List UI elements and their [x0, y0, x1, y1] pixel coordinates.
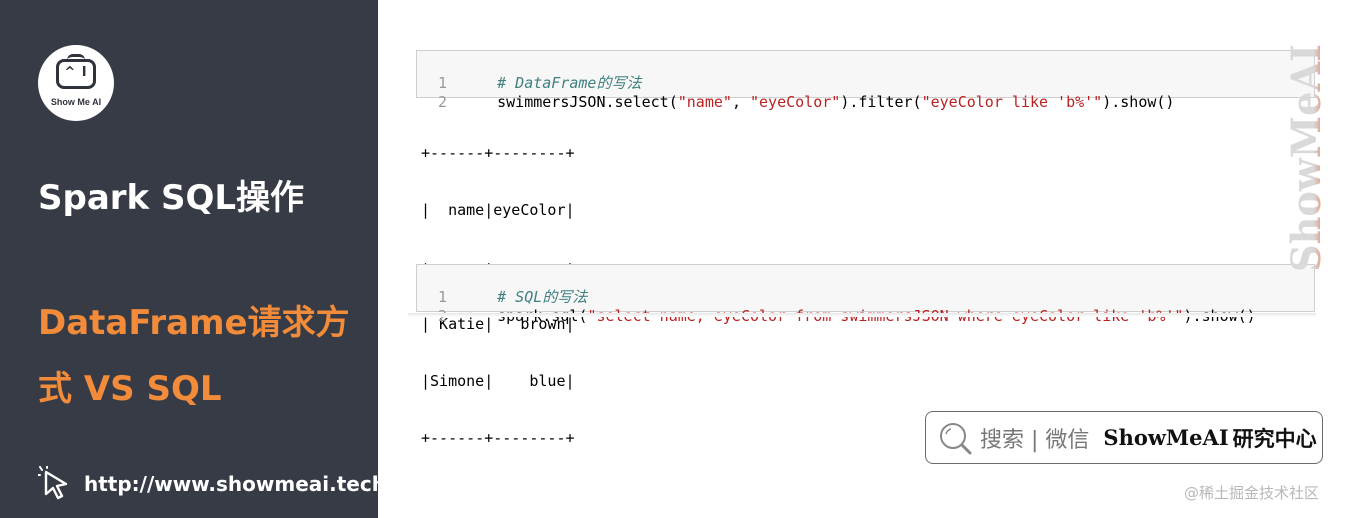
showmeai-watermark: ShowMeAI: [1284, 44, 1330, 272]
code-line: 2 swimmersJSON.select("name", "eyeColor")…: [417, 74, 1314, 111]
code-line: 1 # SQL的写法: [417, 269, 1314, 306]
logo-text: Show Me AI: [50, 97, 102, 107]
code-string: "eyeColor": [750, 93, 841, 111]
code-text: ).filter(: [840, 93, 922, 111]
robot-face-icon: ^ I: [56, 54, 96, 89]
code-line: 1 # DataFrame的写法: [417, 55, 1314, 92]
wechat-search-box[interactable]: 搜索 | 微信 ShowMeAI 研究中心: [925, 411, 1323, 464]
code-line: 2spark.sql("select name, eyeColor from s…: [417, 288, 1314, 325]
code-cell-sql[interactable]: 1# SQL的写法 2spark.sql("select name, eyeCo…: [416, 264, 1315, 325]
logo-eyes: ^ I: [64, 65, 88, 80]
slide-subtitle: DataFrame请求方式 VS SQL: [38, 303, 350, 409]
code-text: ,: [731, 93, 750, 111]
watermark-text: ShowMeAI: [1284, 44, 1330, 272]
code-string: "eyeColor like 'b%'": [921, 93, 1103, 111]
magnifier-icon: [940, 422, 972, 454]
code-text: ).show(): [1102, 93, 1175, 111]
cursor-click-icon: [38, 466, 68, 500]
search-brand: ShowMeAI: [1103, 425, 1229, 450]
search-brand-cn: 研究中心: [1232, 426, 1317, 451]
search-label: 搜索 | 微信: [980, 427, 1090, 453]
output-line: +------+--------+: [421, 144, 575, 162]
output-line: | name|eyeColor|: [421, 201, 575, 219]
cell-divider: [408, 313, 1316, 317]
website-link[interactable]: http://www.showmeai.tech/: [38, 466, 393, 502]
code-string: "name": [677, 93, 732, 111]
showmeai-logo-icon: ^ I Show Me AI: [38, 45, 114, 121]
website-url[interactable]: http://www.showmeai.tech/: [84, 472, 393, 496]
slide-title: Spark SQL操作: [38, 178, 305, 218]
code-cell-dataframe[interactable]: 1 # DataFrame的写法 2 swimmersJSON.select("na…: [416, 50, 1315, 111]
sidebar: ^ I Show Me AI Spark SQL操作 DataFrame请求方式…: [0, 0, 393, 518]
output-line: +------+--------+: [421, 429, 575, 447]
output-line: |Simone| blue|: [421, 372, 575, 390]
credit-text: @稀土掘金技术社区: [1184, 484, 1320, 502]
